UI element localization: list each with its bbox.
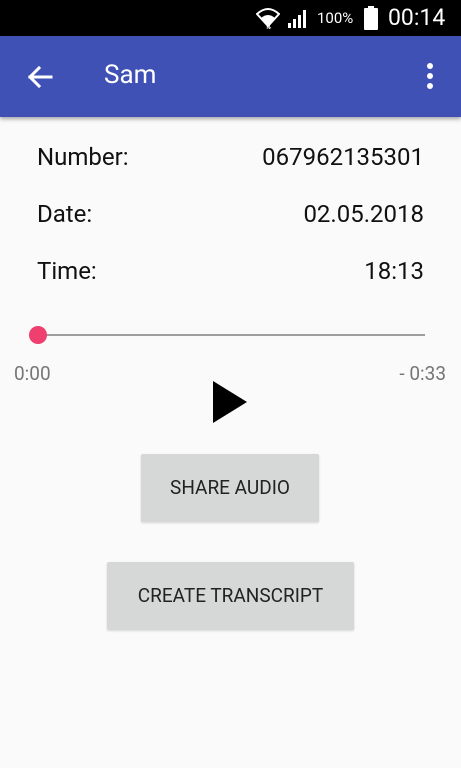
more-vert-icon[interactable] <box>418 60 442 92</box>
time-label: Time: <box>37 257 97 285</box>
battery-percent: 100% <box>317 9 354 27</box>
signal-icon <box>288 10 306 28</box>
svg-text:⇅: ⇅ <box>265 22 272 29</box>
status-time: 00:14 <box>388 4 446 31</box>
battery-icon <box>364 6 378 30</box>
status-bar: ⇅ 100% 00:14 <box>0 0 461 36</box>
elapsed-time: 0:00 <box>14 362 51 385</box>
arrow-back-icon[interactable] <box>22 59 58 95</box>
share-audio-button[interactable]: SHARE AUDIO <box>141 454 319 522</box>
number-value: 067962135301 <box>262 143 424 171</box>
wifi-icon: ⇅ <box>256 8 280 29</box>
time-row: Time: 18:13 <box>37 257 424 291</box>
number-label: Number: <box>37 143 129 171</box>
seek-track <box>37 334 425 336</box>
time-value: 18:13 <box>364 257 424 285</box>
remaining-time: - 0:33 <box>399 362 446 385</box>
date-row: Date: 02.05.2018 <box>37 200 424 234</box>
number-row: Number: 067962135301 <box>37 143 424 177</box>
date-label: Date: <box>37 200 93 228</box>
seek-thumb[interactable] <box>29 326 47 344</box>
create-transcript-button[interactable]: CREATE TRANSCRIPT <box>107 562 354 630</box>
play-icon[interactable] <box>212 380 248 424</box>
app-bar: Sam <box>0 36 461 117</box>
audio-seek-bar[interactable] <box>29 324 425 346</box>
page-title: Sam <box>104 60 157 90</box>
date-value: 02.05.2018 <box>303 200 424 228</box>
